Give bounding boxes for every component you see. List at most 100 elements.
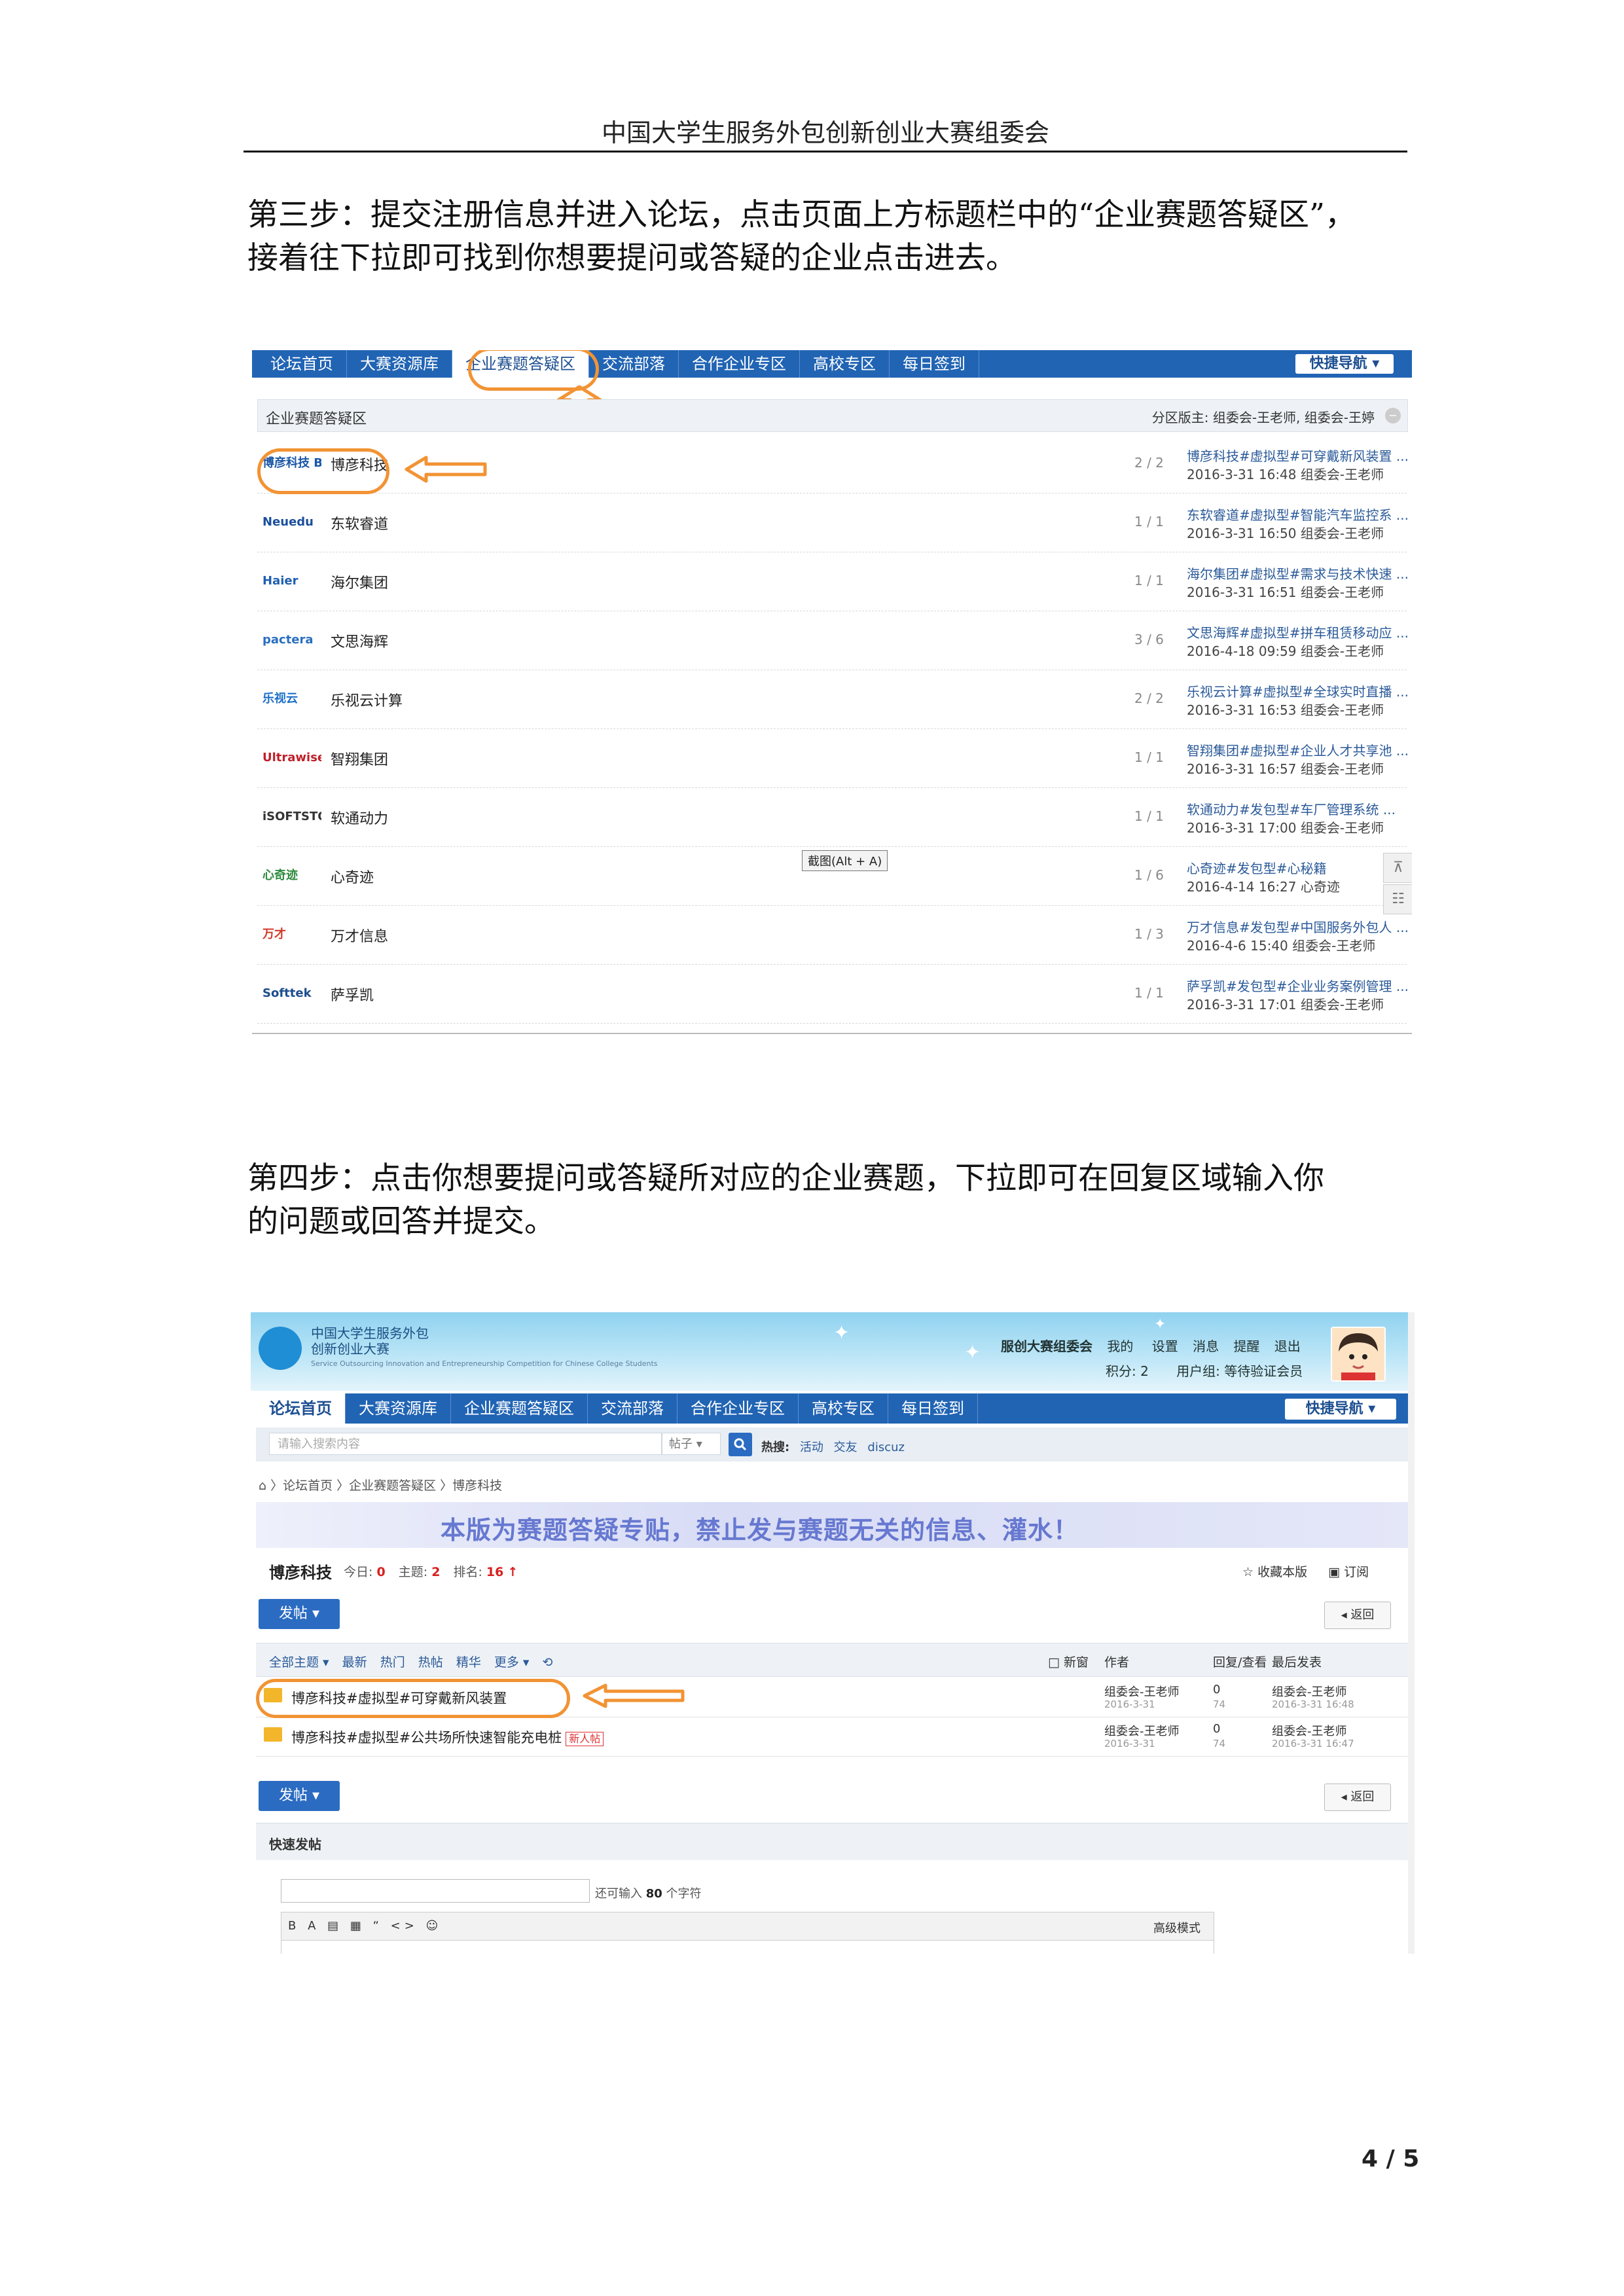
search-type-select[interactable]: 帖子 ▾ xyxy=(662,1433,721,1455)
thread-row[interactable]: 博彦科技#虚拟型#公共场所快速智能充电桩 新人帖 组委会-王老师 2016-3-31 0… xyxy=(256,1717,1409,1757)
editor-tool-icons[interactable]: B A ▤ ▦ “ <> ☺ xyxy=(288,1919,442,1933)
forum-name[interactable]: 东软睿道 xyxy=(331,512,388,533)
forum-latest-post[interactable]: 博彦科技#虚拟型#可穿戴新风装置 ... xyxy=(1187,446,1409,465)
favorite-button[interactable]: ☆ 收藏本版 xyxy=(1242,1565,1307,1579)
forum-row[interactable]: Ultrawise 智翔集团 1 / 1 智翔集团#虚拟型#企业人才共享池 ... 20… xyxy=(257,728,1409,788)
tab-college-zone[interactable]: 高校专区 xyxy=(799,1393,888,1424)
tab-daily-signin[interactable]: 每日签到 xyxy=(890,350,979,378)
back-button-bottom[interactable]: ◂ 返回 xyxy=(1324,1784,1391,1811)
forum-latest-post[interactable]: 海尔集团#虚拟型#需求与技术快速 ... xyxy=(1187,564,1409,583)
tab-enterprise-qa[interactable]: 企业赛题答疑区 xyxy=(451,1393,588,1424)
tab-exchange-tribe[interactable]: 交流部落 xyxy=(589,350,679,378)
forum-name[interactable]: 软通动力 xyxy=(331,807,388,828)
filter-more[interactable]: 更多 ▾ xyxy=(494,1655,530,1670)
forum-latest-post[interactable]: 智翔集团#虚拟型#企业人才共享池 ... xyxy=(1187,740,1409,759)
filter-all-topics[interactable]: 全部主题 ▾ xyxy=(269,1655,329,1670)
forum-section-screenshot: 论坛首页 大赛资源库 企业赛题答疑区 交流部落 合作企业专区 高校专区 每日签到… xyxy=(252,350,1412,1034)
hot-term-activity[interactable]: 活动 xyxy=(800,1441,823,1454)
search-icon[interactable] xyxy=(729,1433,752,1456)
rank-value: 16 xyxy=(486,1565,504,1579)
quick-nav-button[interactable]: 快捷导航 ▾ xyxy=(1295,354,1394,374)
thread-last-user[interactable]: 组委会-王老师 xyxy=(1272,1683,1347,1700)
tab-resource-library[interactable]: 大赛资源库 xyxy=(346,1393,451,1424)
filter-latest[interactable]: 最新 xyxy=(342,1655,367,1670)
tab-exchange-tribe[interactable]: 交流部落 xyxy=(588,1393,677,1424)
user-points[interactable]: 积分: 2 xyxy=(1106,1363,1149,1379)
forum-row[interactable]: 乐视云 乐视云计算 2 / 2 乐视云计算#虚拟型#全球实时直播 ... 2016-3-… xyxy=(257,670,1409,729)
forum-row[interactable]: 万才 万才信息 1 / 3 万才信息#发包型#中国服务外包人 ... 2016-4-6 … xyxy=(257,905,1409,965)
quick-nav-button[interactable]: 快捷导航 ▾ xyxy=(1285,1399,1396,1420)
tab-partner-zone[interactable]: 合作企业专区 xyxy=(679,350,800,378)
forum-name[interactable]: 智翔集团 xyxy=(331,748,388,769)
tab-resource-library[interactable]: 大赛资源库 xyxy=(347,350,452,378)
post-button[interactable]: 发帖 ▾ xyxy=(259,1599,340,1629)
user-link-messages[interactable]: 消息 xyxy=(1193,1338,1219,1354)
thread-title[interactable]: 博彦科技#虚拟型#公共场所快速智能充电桩 新人帖 xyxy=(291,1727,604,1747)
tab-daily-signin[interactable]: 每日签到 xyxy=(888,1393,978,1424)
notice-banner: 本版为赛题答疑专贴，禁止发与赛题无关的信息、灌水！ xyxy=(256,1502,1409,1548)
tab-forum-home[interactable]: 论坛首页 xyxy=(257,350,347,378)
user-group[interactable]: 用户组: 等待验证会员 xyxy=(1176,1363,1303,1379)
forum-name[interactable]: 文思海辉 xyxy=(331,630,388,651)
forum-stats: 今日: 0 主题: 2 排名: 16 ↑ xyxy=(344,1562,518,1580)
forum-latest-post[interactable]: 心奇迹#发包型#心秘籍 xyxy=(1187,858,1327,877)
remaining-prefix: 还可输入 xyxy=(595,1887,646,1901)
hot-term-discuz[interactable]: discuz xyxy=(867,1441,905,1454)
thread-last-user[interactable]: 组委会-王老师 xyxy=(1272,1722,1347,1739)
hot-term-friends[interactable]: 交友 xyxy=(834,1441,857,1454)
forum-name[interactable]: 心奇迹 xyxy=(331,866,374,887)
user-link-reminders[interactable]: 提醒 xyxy=(1233,1338,1259,1354)
forum-row[interactable]: Neuedu 东软睿道 1 / 1 东软睿道#虚拟型#智能汽车监控系 ... 2016-… xyxy=(257,493,1409,552)
forum-count: 1 / 6 xyxy=(1134,867,1164,883)
annotation-left-arrow-1 xyxy=(405,456,487,483)
forum-latest-post[interactable]: 东软睿道#虚拟型#智能汽车监控系 ... xyxy=(1187,505,1409,524)
quick-post-title-input[interactable] xyxy=(281,1879,590,1903)
forum-name[interactable]: 万才信息 xyxy=(331,925,388,946)
tab-college-zone[interactable]: 高校专区 xyxy=(800,350,890,378)
refresh-icon[interactable]: ⟲ xyxy=(543,1655,553,1670)
forum-latest-post[interactable]: 萨孚凯#发包型#企业业务案例管理 ... xyxy=(1187,976,1409,995)
user-link-settings[interactable]: 设置 xyxy=(1152,1338,1178,1354)
tab-partner-zone[interactable]: 合作企业专区 xyxy=(677,1393,799,1424)
advanced-mode-link[interactable]: 高级模式 xyxy=(1153,1919,1200,1936)
section-header: 企业赛题答疑区 分区版主: 组委会-王老师, 组委会-王婷 − xyxy=(257,399,1408,432)
collapse-icon[interactable]: − xyxy=(1385,408,1401,423)
forum-latest-post[interactable]: 万才信息#发包型#中国服务外包人 ... xyxy=(1187,917,1409,936)
new-window-toggle[interactable]: □ 新窗 xyxy=(1048,1653,1089,1670)
user-link-mine[interactable]: 我的 xyxy=(1107,1338,1133,1354)
breadcrumb[interactable]: ⌂ 〉论坛首页 〉企业赛题答疑区 〉博彦科技 xyxy=(259,1476,502,1494)
forum-name[interactable]: 海尔集团 xyxy=(331,571,388,592)
forum-row[interactable]: Softtek 萨孚凯 1 / 1 萨孚凯#发包型#企业业务案例管理 ... 2016-… xyxy=(257,964,1409,1024)
page-number: 4 / 5 xyxy=(1362,2145,1420,2172)
forum-latest-post[interactable]: 文思海辉#虚拟型#拼车租赁移动应 ... xyxy=(1187,622,1409,641)
filter-hot[interactable]: 热门 xyxy=(380,1655,405,1670)
filter-digest[interactable]: 精华 xyxy=(456,1655,481,1670)
star-icon: ✦ xyxy=(1154,1316,1166,1333)
tab-forum-home[interactable]: 论坛首页 xyxy=(256,1393,346,1424)
thread-author[interactable]: 组委会-王老师 xyxy=(1104,1683,1180,1700)
forum-count: 2 / 2 xyxy=(1134,455,1164,471)
thread-author[interactable]: 组委会-王老师 xyxy=(1104,1722,1180,1739)
avatar[interactable] xyxy=(1331,1327,1386,1382)
user-name[interactable]: 服创大赛组委会 xyxy=(1001,1338,1092,1354)
forum-row[interactable]: pactera 文思海辉 3 / 6 文思海辉#虚拟型#拼车租赁移动应 ... 2016… xyxy=(257,611,1409,670)
user-link-logout[interactable]: 退出 xyxy=(1274,1338,1301,1354)
step3-line1: 第三步：提交注册信息并进入论坛，点击页面上方标题栏中的“企业赛题答疑区”， xyxy=(247,197,1356,233)
forum-name[interactable]: 萨孚凯 xyxy=(331,984,374,1005)
back-button[interactable]: ◂ 返回 xyxy=(1324,1602,1391,1629)
filter-hot-posts[interactable]: 热帖 xyxy=(418,1655,443,1670)
side-tool-top-icon[interactable]: ⊼ xyxy=(1383,853,1412,883)
today-value: 0 xyxy=(376,1565,386,1579)
subscribe-button[interactable]: ▣ 订阅 xyxy=(1328,1565,1369,1579)
forum-count: 3 / 6 xyxy=(1134,632,1164,647)
forum-row[interactable]: Haier 海尔集团 1 / 1 海尔集团#虚拟型#需求与技术快速 ... 2016-3… xyxy=(257,552,1409,611)
side-tool-list-icon[interactable]: ☷ xyxy=(1383,884,1412,914)
forum-row[interactable]: iSOFTSTONE 软通动力 1 / 1 软通动力#发包型#车厂管理系统 ... 20… xyxy=(257,787,1407,847)
search-input[interactable]: 请输入搜索内容 xyxy=(269,1433,662,1455)
editor-textarea[interactable] xyxy=(281,1939,1214,1954)
forum-latest-post[interactable]: 乐视云计算#虚拟型#全球实时直播 ... xyxy=(1187,681,1409,700)
post-button-bottom[interactable]: 发帖 ▾ xyxy=(259,1781,340,1811)
scrollbar[interactable] xyxy=(1408,1312,1415,1954)
forum-name[interactable]: 乐视云计算 xyxy=(331,689,403,710)
forum-latest-post[interactable]: 软通动力#发包型#车厂管理系统 ... xyxy=(1187,799,1396,818)
